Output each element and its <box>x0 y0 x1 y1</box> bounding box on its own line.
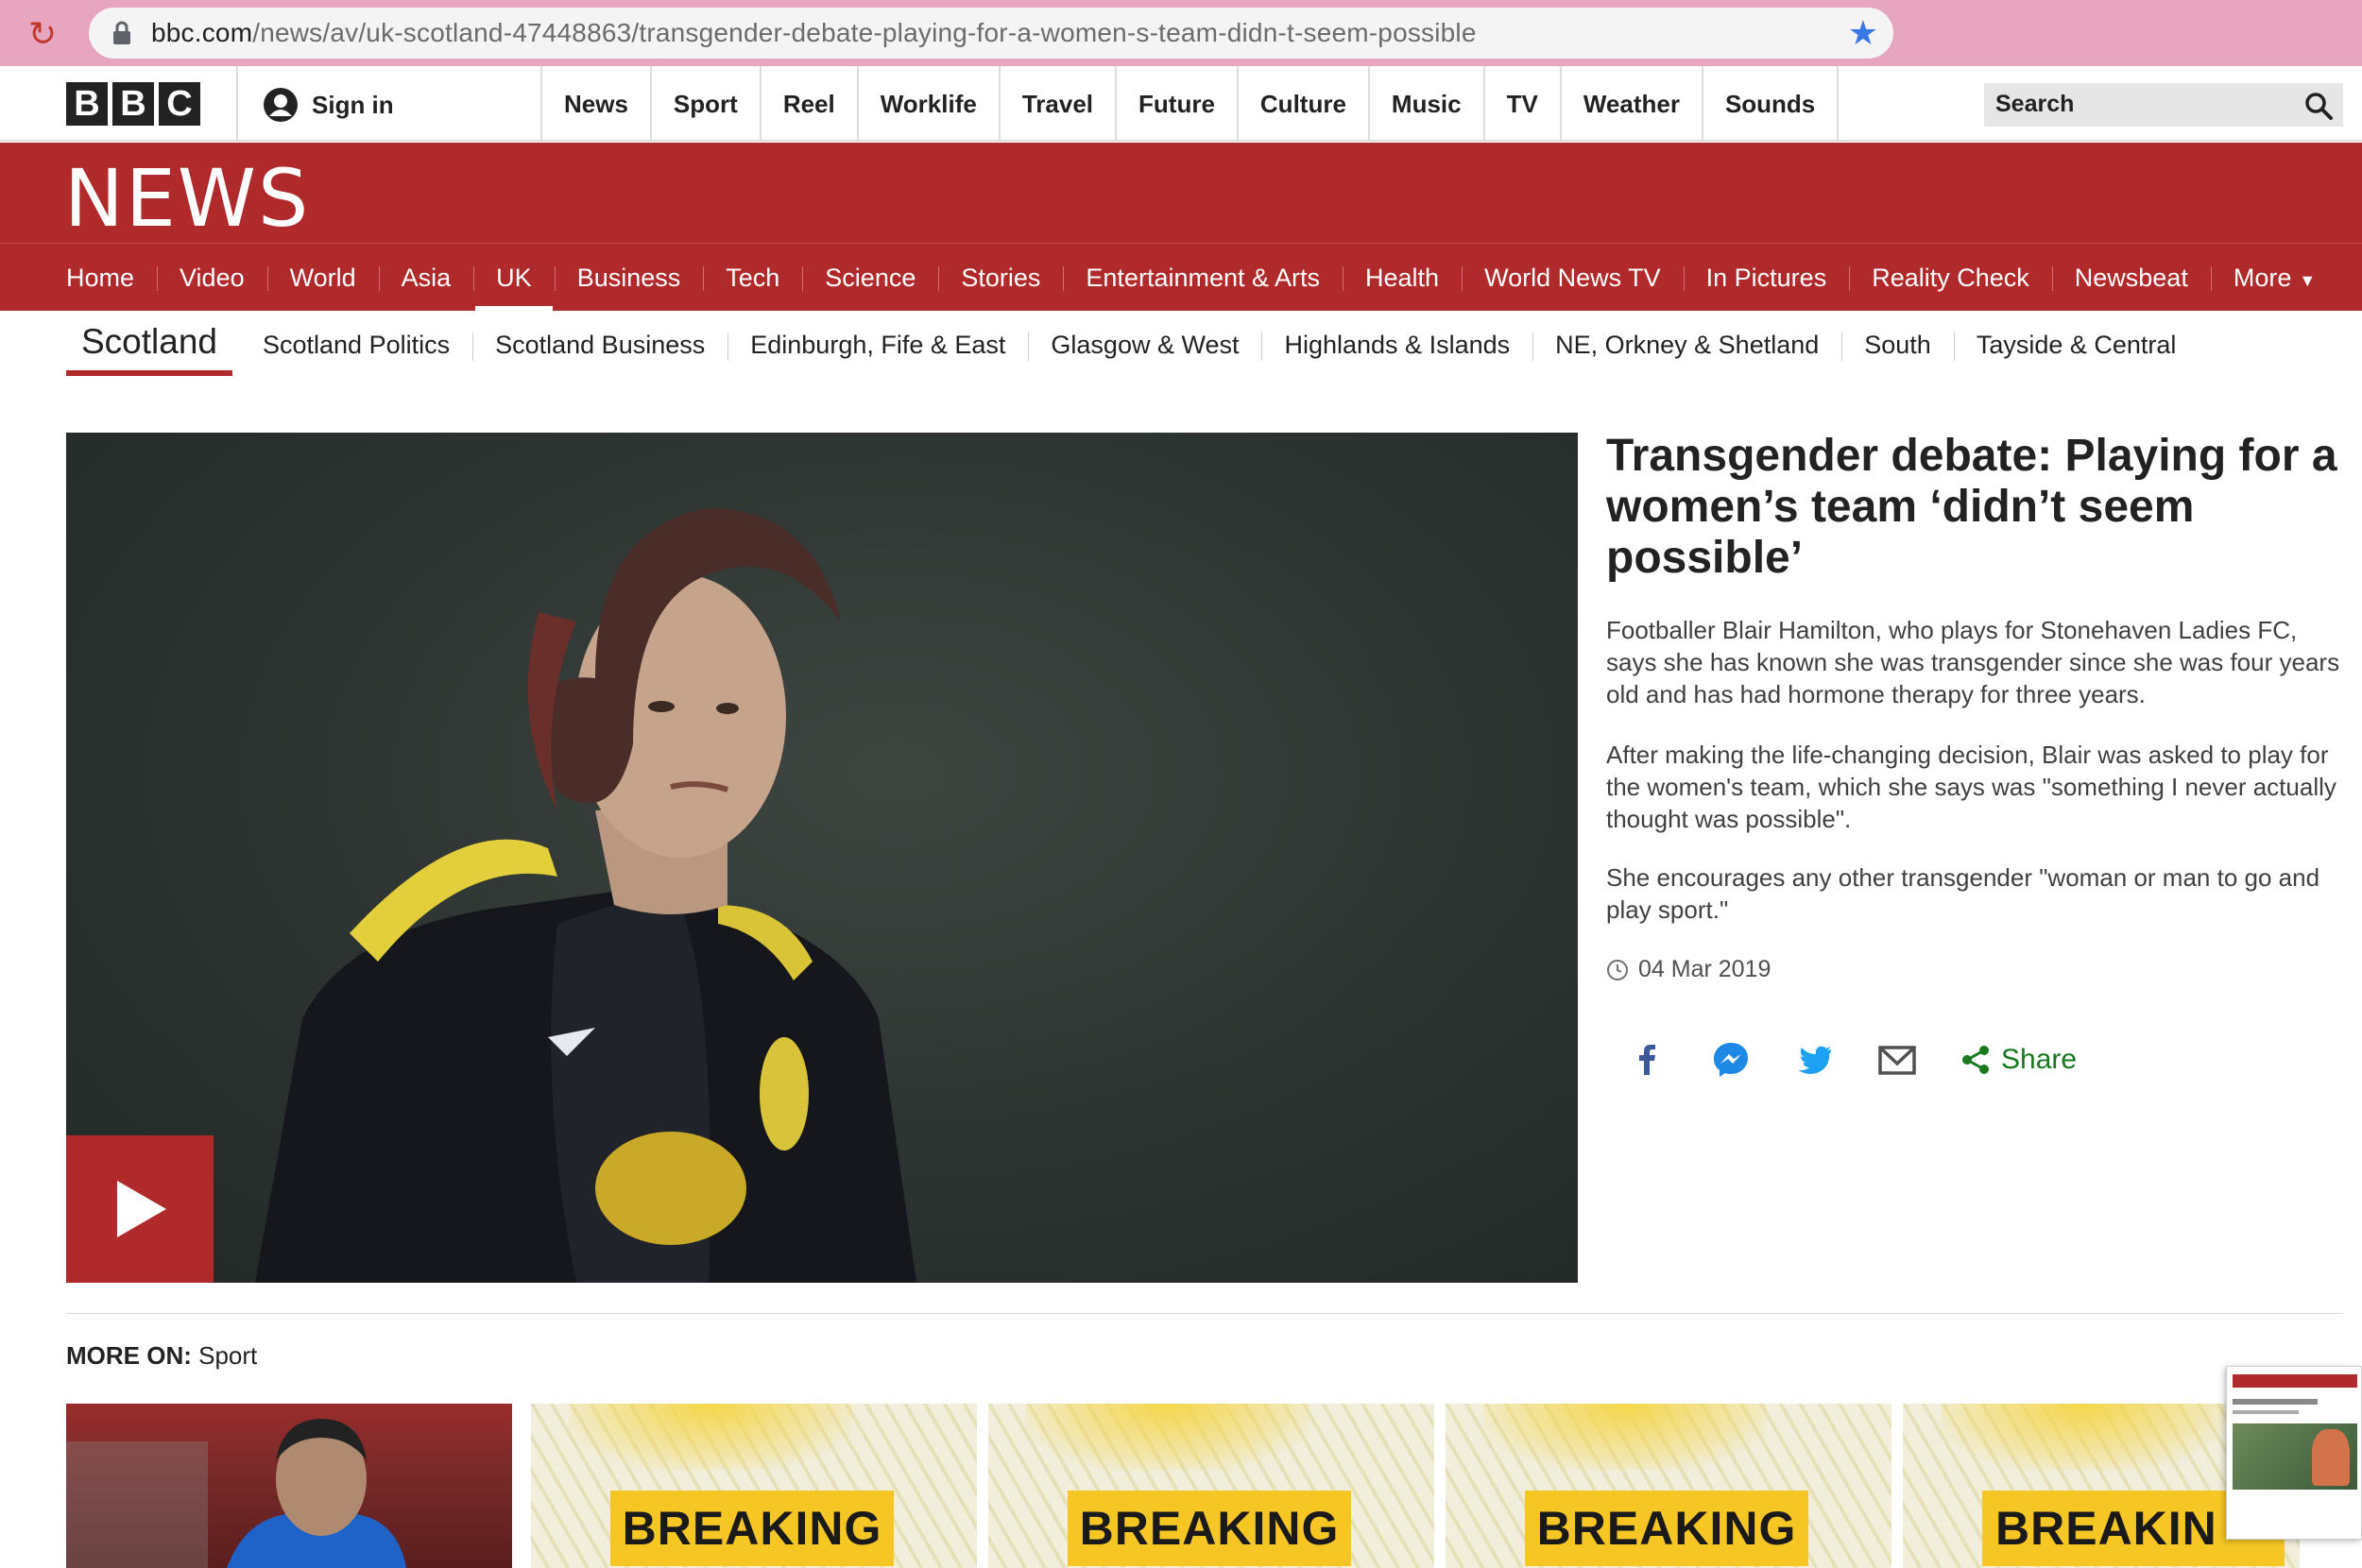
clock-icon <box>1607 959 1628 980</box>
lock-icon <box>113 21 130 44</box>
browser-toolbar: ↻ bbc.com/news/av/uk-scotland-47448863/t… <box>0 0 2362 66</box>
logo-letter: B <box>112 82 154 126</box>
related-stories: BREAKING BREAKING BREAKING BREAKIN <box>66 1404 2362 1568</box>
article-paragraph: Footballer Blair Hamilton, who plays for… <box>1606 616 2340 708</box>
search-input[interactable]: Search <box>1984 83 2343 127</box>
logo-letter: B <box>66 82 108 126</box>
search-label: Search <box>1995 91 2075 117</box>
thumbnail-line <box>2233 1399 2318 1405</box>
news-nav-home[interactable]: Home <box>43 244 157 312</box>
sign-in-link[interactable]: Sign in <box>263 87 394 123</box>
url-text: bbc.com/news/av/uk-scotland-47448863/tra… <box>151 18 1477 47</box>
nav-link-travel[interactable]: Travel <box>1001 66 1118 142</box>
breaking-label: BREAKING <box>610 1491 894 1566</box>
play-icon <box>117 1181 166 1237</box>
news-masthead: NEWS <box>0 143 2362 245</box>
more-on-prefix: MORE ON: <box>66 1341 192 1370</box>
more-on-heading: MORE ON: Sport <box>66 1341 257 1371</box>
scotland-sub-nav: Scotland Scotland Politics Scotland Busi… <box>66 314 2199 376</box>
screenshot-thumbnail[interactable] <box>2226 1366 2362 1540</box>
caret-down-icon: ▼ <box>2299 271 2317 290</box>
publish-date: 04 Mar 2019 <box>1606 956 1771 983</box>
bbc-logo[interactable]: B B C <box>66 82 200 126</box>
reload-icon[interactable]: ↻ <box>28 15 66 53</box>
sub-nav-south[interactable]: South <box>1841 331 1954 361</box>
facebook-icon[interactable] <box>1627 1039 1669 1081</box>
nav-link-future[interactable]: Future <box>1117 66 1239 142</box>
news-nav-newsbeat[interactable]: Newsbeat <box>2051 244 2211 312</box>
news-nav-video[interactable]: Video <box>157 244 267 312</box>
sub-nav-edinburgh-fife-east[interactable]: Edinburgh, Fife & East <box>727 331 1028 361</box>
sub-nav-scotland-business[interactable]: Scotland Business <box>472 331 727 361</box>
nav-link-news[interactable]: News <box>542 66 652 142</box>
news-nav-business[interactable]: Business <box>554 244 704 312</box>
news-nav-uk[interactable]: UK <box>473 244 555 312</box>
news-title[interactable]: NEWS <box>64 152 310 245</box>
news-nav-stories[interactable]: Stories <box>938 244 1063 312</box>
news-nav-tech[interactable]: Tech <box>703 244 802 312</box>
nav-link-sounds[interactable]: Sounds <box>1703 66 1840 142</box>
bookmark-star-icon[interactable]: ★ <box>1848 13 1878 53</box>
related-card-breaking[interactable]: BREAKING <box>531 1404 977 1568</box>
section-title[interactable]: Scotland <box>66 314 232 376</box>
global-nav-links: News Sport Reel Worklife Travel Future C… <box>540 66 1840 142</box>
thumbnail-line <box>2233 1410 2299 1414</box>
video-player[interactable] <box>66 433 1578 1283</box>
messenger-icon[interactable] <box>1710 1039 1752 1081</box>
bbc-global-nav: B B C Sign in News Sport Reel Worklife T… <box>0 66 2362 142</box>
news-nav-entertainment-arts[interactable]: Entertainment & Arts <box>1063 244 1343 312</box>
video-still <box>255 508 916 1283</box>
nav-link-weather[interactable]: Weather <box>1562 66 1703 142</box>
address-bar[interactable]: bbc.com/news/av/uk-scotland-47448863/tra… <box>89 8 1893 59</box>
article-headline: Transgender debate: Playing for a women’… <box>1606 431 2337 583</box>
nav-link-reel[interactable]: Reel <box>762 66 859 142</box>
thumbnail-figure <box>2312 1429 2350 1486</box>
more-on-topic[interactable]: Sport <box>198 1341 257 1370</box>
share-toolbar: Share <box>1627 1039 2077 1081</box>
account-icon <box>264 88 298 122</box>
article-paragraph: She encourages any other transgender "wo… <box>1606 863 2320 924</box>
section-divider <box>66 1313 2343 1314</box>
thumbnail-header <box>2233 1374 2357 1388</box>
divider <box>236 66 238 142</box>
article-paragraph: After making the life-changing decision,… <box>1606 741 2336 833</box>
nav-link-music[interactable]: Music <box>1370 66 1485 142</box>
logo-letter: C <box>159 82 200 126</box>
play-button[interactable] <box>66 1135 214 1283</box>
share-button[interactable]: Share <box>1960 1044 2077 1076</box>
breaking-label: BREAKING <box>1525 1491 1808 1566</box>
twitter-icon[interactable] <box>1793 1039 1835 1081</box>
related-card-breaking[interactable]: BREAKING <box>1446 1404 1891 1568</box>
nav-link-culture[interactable]: Culture <box>1239 66 1370 142</box>
related-card-photo[interactable] <box>66 1404 512 1568</box>
sub-nav-tayside-central[interactable]: Tayside & Central <box>1953 331 2199 361</box>
news-section-nav: Home Video World Asia UK Business Tech S… <box>0 243 2362 312</box>
news-nav-world[interactable]: World <box>266 244 379 312</box>
news-nav-health[interactable]: Health <box>1343 244 1462 312</box>
nav-link-worklife[interactable]: Worklife <box>859 66 1001 142</box>
sub-nav-scotland-politics[interactable]: Scotland Politics <box>240 331 472 360</box>
news-nav-world-news-tv[interactable]: World News TV <box>1462 244 1684 312</box>
news-nav-in-pictures[interactable]: In Pictures <box>1683 244 1850 312</box>
sub-nav-ne-orkney-shetland[interactable]: NE, Orkney & Shetland <box>1532 331 1841 361</box>
nav-link-sport[interactable]: Sport <box>652 66 762 142</box>
sign-in-label: Sign in <box>312 90 394 119</box>
nav-link-tv[interactable]: TV <box>1485 66 1562 142</box>
news-nav-reality-check[interactable]: Reality Check <box>1849 244 2052 312</box>
search-icon[interactable] <box>2303 91 2334 121</box>
sub-nav-glasgow-west[interactable]: Glasgow & West <box>1028 331 1261 361</box>
date-text: 04 Mar 2019 <box>1638 956 1772 982</box>
more-label: More <box>2233 264 2292 292</box>
news-nav-asia[interactable]: Asia <box>378 244 474 312</box>
email-icon[interactable] <box>1876 1039 1918 1081</box>
share-icon <box>1962 1046 1989 1074</box>
related-card-breaking[interactable]: BREAKING <box>988 1404 1434 1568</box>
sub-nav-highlands-islands[interactable]: Highlands & Islands <box>1261 331 1532 361</box>
card-image <box>66 1419 406 1568</box>
news-nav-science[interactable]: Science <box>802 244 938 312</box>
share-label: Share <box>2001 1044 2078 1075</box>
news-nav-more[interactable]: More ▼ <box>2210 244 2338 312</box>
breaking-label: BREAKING <box>1068 1491 1351 1566</box>
